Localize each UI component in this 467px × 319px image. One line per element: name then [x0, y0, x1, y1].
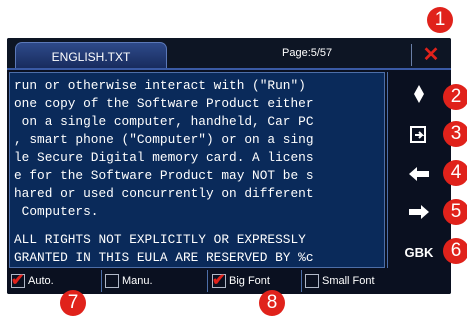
- next-page-button[interactable]: [391, 195, 447, 229]
- option-separator: [207, 270, 208, 292]
- text-line: hared or used concurrently on different: [14, 186, 314, 201]
- arrow-left-icon: [409, 167, 429, 181]
- encoding-label: GBK: [404, 244, 434, 260]
- side-separator: [387, 72, 388, 268]
- manual-option[interactable]: Manu.: [105, 272, 153, 290]
- arrow-right-icon: [409, 205, 429, 219]
- auto-option[interactable]: Auto.: [11, 270, 54, 290]
- callout-3: 3: [443, 121, 467, 147]
- text-line: ALL RIGHTS NOT EXPLICITLY OR EXPRESSLY: [14, 232, 306, 247]
- title-separator: [411, 44, 412, 66]
- auto-checkbox[interactable]: [11, 270, 25, 290]
- small-font-label: Small Font: [322, 275, 375, 287]
- callout-8: 8: [259, 290, 285, 316]
- text-line: on a single computer, handheld, Car PC: [14, 114, 314, 129]
- callout-2: 2: [443, 84, 467, 110]
- tab-underline: [7, 68, 451, 70]
- big-font-checkbox[interactable]: [212, 270, 226, 290]
- text-line: , smart phone ("Computer") or on a sing: [14, 132, 314, 147]
- file-tab-label: ENGLISH.TXT: [51, 49, 131, 64]
- text-line: Computers.: [14, 204, 99, 219]
- jump-page-icon: [410, 126, 426, 143]
- text-line: one copy of the Software Product either: [14, 96, 314, 111]
- manual-checkbox[interactable]: [105, 274, 119, 288]
- reader-window: ENGLISH.TXT Page:5/57 ✕ run or otherwise…: [7, 38, 451, 294]
- callout-7: 7: [60, 290, 86, 316]
- close-icon: ✕: [422, 43, 440, 66]
- big-font-label: Big Font: [229, 275, 270, 287]
- previous-page-button[interactable]: [391, 157, 447, 191]
- text-line: run or otherwise interact with ("Run"): [14, 78, 306, 93]
- page-indicator: Page:5/57: [282, 47, 333, 59]
- callout-4: 4: [443, 160, 467, 186]
- title-bar: ENGLISH.TXT Page:5/57 ✕: [7, 38, 451, 70]
- auto-label: Auto.: [28, 275, 54, 287]
- callout-6: 6: [443, 238, 467, 264]
- jump-page-button[interactable]: [391, 117, 447, 151]
- small-font-checkbox[interactable]: [305, 274, 319, 288]
- options-bar: Auto. Manu. Big Font Small Font: [7, 268, 387, 294]
- text-line: le Secure Digital memory card. A licens: [14, 150, 314, 165]
- big-font-option[interactable]: Big Font: [212, 270, 270, 290]
- callout-5: 5: [443, 199, 467, 225]
- encoding-button[interactable]: GBK: [391, 235, 447, 269]
- side-toolbar: GBK: [387, 72, 451, 294]
- file-tab[interactable]: ENGLISH.TXT: [15, 42, 167, 70]
- text-line: GRANTED IN THIS EULA ARE RESERVED BY %c: [14, 250, 314, 265]
- text-line: e for the Software Product may NOT be s: [14, 168, 314, 183]
- manual-label: Manu.: [122, 275, 153, 287]
- option-separator: [301, 270, 302, 292]
- small-font-option[interactable]: Small Font: [305, 272, 375, 290]
- text-content[interactable]: run or otherwise interact with ("Run") o…: [9, 72, 385, 268]
- bookmark-button[interactable]: [391, 77, 447, 111]
- option-separator: [101, 270, 102, 292]
- callout-1: 1: [427, 7, 453, 33]
- bookmark-icon: [414, 85, 424, 103]
- close-button[interactable]: ✕: [419, 42, 443, 66]
